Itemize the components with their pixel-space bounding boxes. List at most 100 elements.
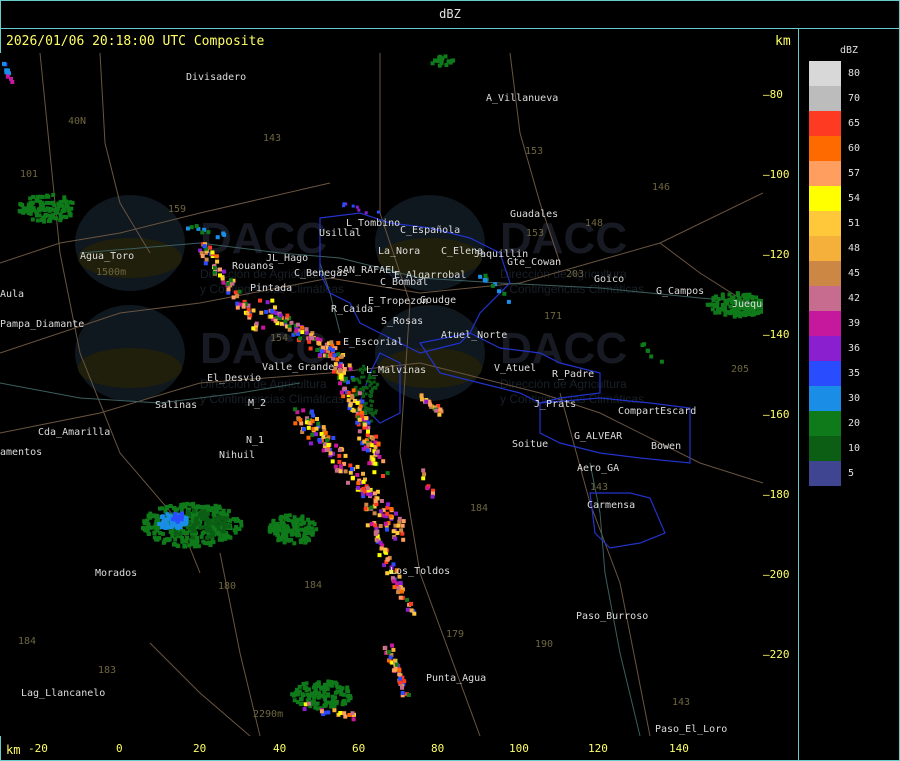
echo-pixel [373,498,378,503]
echo-pixel [356,485,361,490]
echo-pixel [319,349,324,354]
echo-pixel [346,480,350,485]
echo-pixel [218,273,222,278]
echo-pixel [194,521,198,526]
echo-pixel [375,449,380,454]
place-label: amentos [0,447,43,458]
echo-pixel [154,514,159,519]
legend-label: 51 [848,218,861,229]
echo-pixel [310,432,315,437]
radar-plot-area[interactable]: DACC Dirección de Agricultura y Contingenc… [0,53,763,736]
echo-pixel [363,506,368,511]
echo-pixel [343,453,348,458]
echo-pixel [42,219,47,224]
echo-pixel [314,432,318,437]
echo-pixel [228,278,233,283]
echo-pixel [54,208,59,213]
echo-pixel [365,433,370,438]
y-tick-label: –120 [763,248,790,261]
echo-pixel [204,519,209,524]
echo-pixel [366,442,371,447]
echo-pixel [396,590,401,595]
echo-pixel [715,304,720,309]
echo-pixel [283,525,288,530]
echo-pixel [200,230,205,235]
echo-pixel [300,325,305,330]
x-tick-label: 100 [509,742,529,755]
echo-pixel [208,518,213,523]
echo-pixel [328,353,333,358]
echo-pixel [425,486,430,491]
echo-pixel [723,308,728,313]
legend-swatch [809,61,841,86]
echo-pixel [9,76,13,81]
echo-pixel [335,689,340,694]
echo-pixel [405,597,410,602]
echo-pixel [264,309,269,314]
echo-pixel [317,341,322,346]
legend-label: 5 [848,468,855,479]
echo-pixel [146,513,151,518]
echo-pixel [194,517,199,522]
echo-pixel [28,196,33,201]
echo-pixel [342,711,347,716]
legend-swatch [809,261,841,286]
echo-pixel [269,314,274,319]
legend-label: 36 [848,343,861,354]
echo-pixel [2,61,6,66]
echo-pixel [361,479,366,484]
echo-pixel [716,297,721,301]
echo-pixel [306,425,311,430]
echo-pixel [483,273,488,278]
elevation-label: 148 [585,218,604,229]
echo-pixel [391,668,396,673]
echo-pixel [405,607,410,612]
echo-pixel [261,325,266,330]
echo-pixel [351,377,356,382]
echo-pixel [182,521,186,526]
elevation-label: 183 [98,665,117,676]
echo-pixel [743,293,748,298]
echo-pixel [348,463,353,468]
echo-pixel [723,299,728,304]
echo-pixel [364,502,369,507]
place-label: Usillal [319,228,362,239]
echo-pixel [738,312,743,317]
echo-pixel [286,518,291,523]
echo-pixel [339,354,344,359]
echo-pixel [210,250,215,255]
echo-pixel [330,694,335,699]
place-label: Los_Toldos [390,566,451,577]
echo-pixel [176,544,181,549]
echo-pixel [357,436,362,441]
echo-pixel [315,417,319,421]
echo-pixel [377,454,382,459]
echo-pixel [218,518,222,523]
place-label: G_ALVEAR [574,431,623,442]
legend-swatch [809,111,841,136]
elevation-label: 143 [672,697,691,708]
place-label: Atuel_Norte [441,330,508,341]
echo-pixel [316,680,321,685]
echo-pixel [338,469,343,474]
echo-pixel [362,439,367,444]
x-tick-label: 120 [588,742,608,755]
datetime-product-label: 2026/01/06 20:18:00 UTC Composite [6,34,265,49]
echo-pixel [341,394,346,399]
echo-pixel [355,473,360,477]
echo-pixel [310,520,315,525]
echo-pixel [369,399,373,403]
elevation-label: 40N [68,116,87,127]
echo-pixel [394,662,399,667]
place-label: Goudge [420,295,457,306]
echo-pixel [376,210,380,214]
echo-pixel [323,430,328,435]
echo-pixel [421,468,426,473]
echo-pixel [202,244,207,249]
echo-pixel [705,302,710,307]
echo-pixel [62,207,66,212]
echo-pixel [190,542,195,547]
echo-pixel [317,353,322,358]
echo-pixel [258,298,262,303]
echo-pixel [273,318,278,323]
